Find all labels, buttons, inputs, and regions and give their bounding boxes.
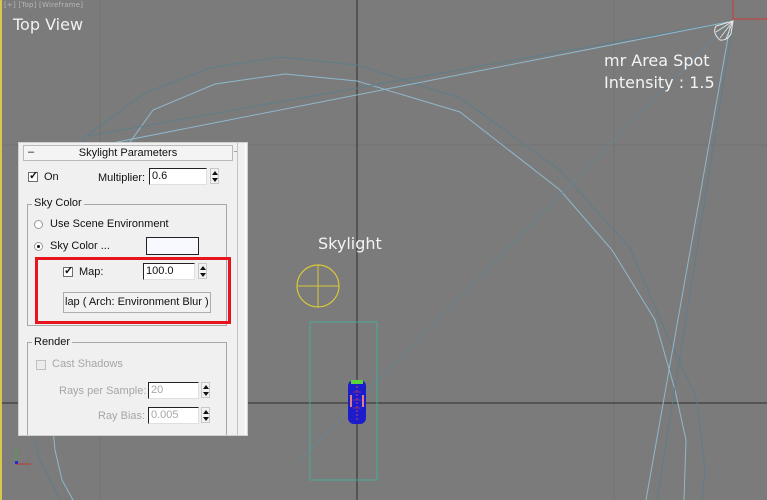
use-scene-environment-radio[interactable] — [34, 220, 43, 229]
spotlight-ray — [656, 29, 733, 500]
ray-bias-label: Ray Bias: — [98, 410, 146, 422]
sky-color-label: Sky Color ... — [50, 240, 110, 252]
map-checkbox[interactable] — [63, 264, 73, 277]
skylight-annotation: Skylight — [318, 234, 382, 253]
skylight-icon[interactable] — [296, 264, 340, 308]
panel-divider — [245, 143, 246, 435]
on-label: On — [44, 171, 59, 183]
map-label: Map: — [79, 266, 104, 278]
multiplier-label: Multiplier: — [98, 172, 146, 184]
map-amount-input[interactable]: 100.0 — [143, 263, 195, 280]
sky-color-radio[interactable] — [34, 242, 43, 251]
viewport-title: Top View — [13, 15, 84, 34]
use-scene-environment-label: Use Scene Environment — [50, 218, 169, 230]
panel-scrollbar-track[interactable] — [237, 143, 238, 435]
cast-shadows-checkbox[interactable] — [36, 360, 46, 370]
spinner-down-icon[interactable] — [203, 417, 209, 421]
rays-per-sample-spinner[interactable] — [201, 382, 210, 398]
spinner-up-icon[interactable] — [200, 266, 206, 270]
map-button[interactable]: lap ( Arch: Environment Blur ) — [63, 292, 211, 313]
axis-gizmo — [15, 448, 31, 465]
spotlight-ray — [645, 25, 731, 500]
ray-bias-spinner[interactable] — [201, 407, 210, 423]
render-group-title: Render — [32, 336, 73, 348]
spinner-down-icon[interactable] — [203, 392, 209, 396]
viewport-menu-label[interactable]: [+] [Top] [Wireframe] — [4, 1, 83, 9]
light-intensity-annotation: Intensity : 1.5 — [604, 73, 715, 92]
light-name-annotation: mr Area Spot — [604, 51, 710, 70]
spinner-down-icon[interactable] — [200, 273, 206, 277]
cast-shadows-label: Cast Shadows — [52, 358, 123, 370]
spinner-up-icon[interactable] — [203, 410, 209, 414]
on-checkbox[interactable] — [28, 169, 38, 182]
multiplier-spinner[interactable] — [210, 168, 219, 184]
multiplier-input[interactable]: 0.6 — [149, 168, 207, 185]
active-viewport-border — [0, 0, 2, 500]
rays-per-sample-input[interactable]: 20 — [148, 382, 199, 399]
car-model[interactable] — [348, 380, 366, 424]
spinner-down-icon[interactable] — [212, 178, 218, 182]
map-amount-spinner[interactable] — [198, 263, 207, 279]
skylight-parameters-panel: – Skylight Parameters On Multiplier: 0.6… — [18, 142, 248, 436]
car-bounding-box — [309, 321, 378, 481]
ray-bias-input[interactable]: 0.005 — [148, 407, 199, 424]
rollout-header[interactable]: – Skylight Parameters — [23, 145, 233, 161]
spinner-up-icon[interactable] — [212, 171, 218, 175]
rays-per-sample-label: Rays per Sample: — [59, 385, 147, 397]
sky-color-swatch[interactable] — [146, 237, 199, 255]
sky-color-group-title: Sky Color — [32, 197, 84, 209]
spinner-up-icon[interactable] — [203, 385, 209, 389]
rollout-title: Skylight Parameters — [78, 147, 178, 159]
